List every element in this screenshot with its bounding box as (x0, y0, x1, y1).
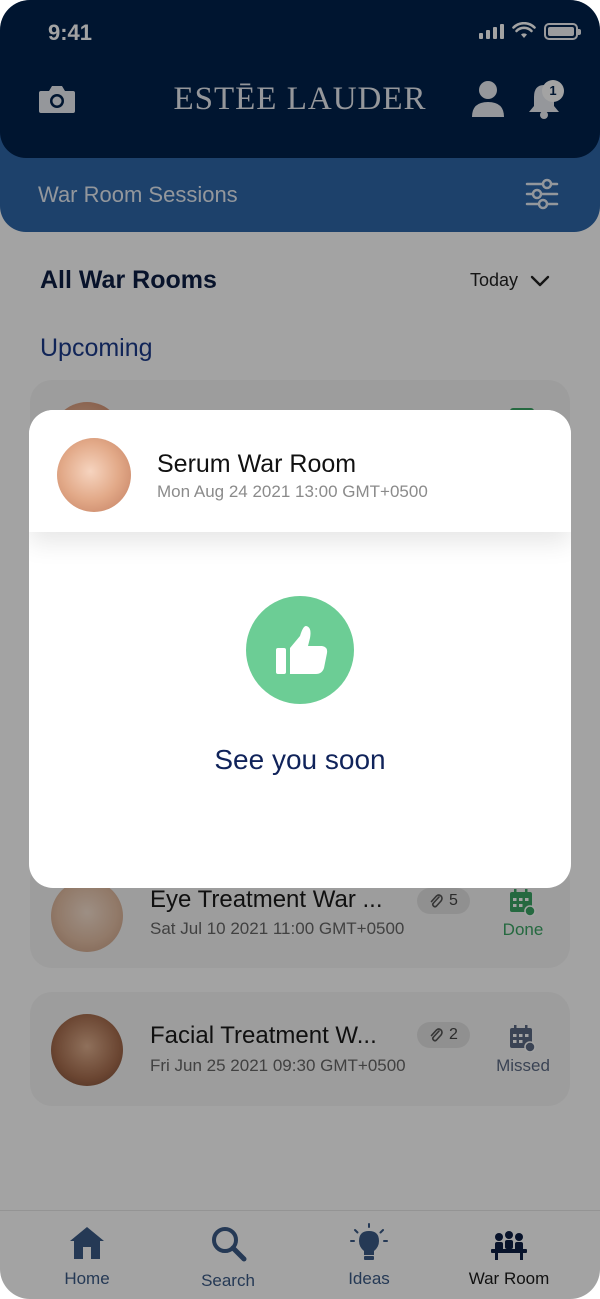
modal-message: See you soon (214, 744, 386, 775)
screen: 9:41 ESTĒE LAUDER 1 War Room Sessions Al… (0, 0, 600, 1299)
confirmation-modal: Serum War Room Mon Aug 24 2021 13:00 GMT… (29, 410, 571, 888)
thumbs-up-icon (276, 626, 328, 674)
modal-date: Mon Aug 24 2021 13:00 GMT+0500 (157, 482, 428, 501)
modal-header: Serum War Room Mon Aug 24 2021 13:00 GMT… (29, 410, 571, 532)
success-badge (246, 596, 354, 704)
modal-title: Serum War Room (157, 450, 357, 478)
avatar (57, 438, 131, 512)
